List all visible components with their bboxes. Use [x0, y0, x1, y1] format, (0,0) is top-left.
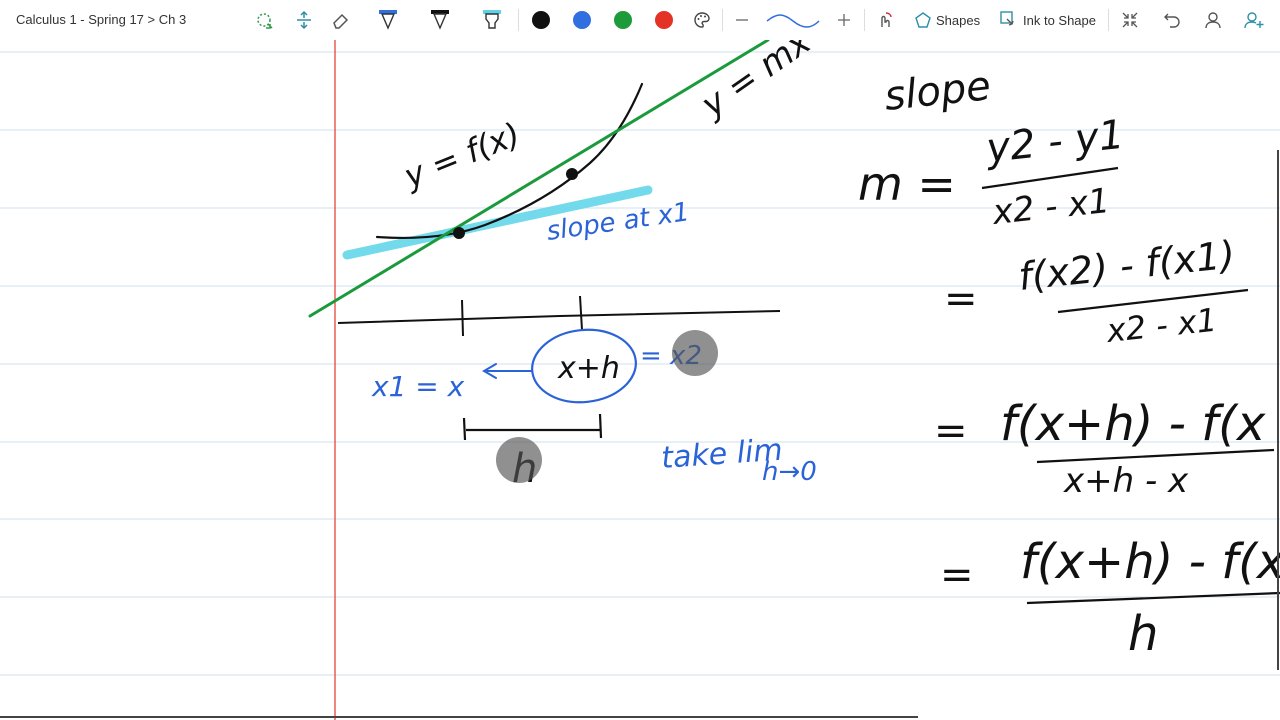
touch-draw-icon — [881, 12, 892, 27]
pointer-dot-h — [496, 437, 542, 483]
shapes-button[interactable]: Shapes — [914, 6, 980, 34]
color-swatch — [573, 11, 591, 29]
ink-frac4-num: f(x+h) - f(x — [1020, 534, 1280, 590]
color-green-button[interactable] — [613, 6, 633, 34]
add-person-button[interactable] — [1242, 6, 1266, 34]
color-palette-button[interactable] — [690, 6, 714, 34]
ink-frac1-den: x2 - x1 — [990, 181, 1112, 233]
separator — [864, 9, 865, 31]
ink-frac1-num: y2 - y1 — [983, 112, 1126, 172]
ink-slope-title: slope — [882, 63, 993, 120]
secant-line — [308, 40, 770, 318]
ink-x1-equals-x: x1 = x — [371, 370, 465, 403]
separator — [1108, 9, 1109, 31]
pen-icon — [431, 10, 449, 30]
palette-icon — [694, 12, 710, 28]
shapes-label: Shapes — [936, 12, 981, 28]
undo-button[interactable] — [1160, 6, 1184, 34]
lasso-select-button[interactable] — [252, 6, 276, 34]
separator — [518, 9, 519, 31]
eraser-icon — [333, 13, 349, 29]
eraser-button[interactable] — [328, 6, 352, 34]
pen-icon — [379, 10, 397, 30]
ink-frac4-den: h — [1128, 606, 1158, 662]
interval-h — [462, 413, 603, 441]
separator — [722, 9, 723, 31]
ink-x-plus-h: x+h — [557, 351, 620, 386]
person-icon — [1205, 12, 1221, 29]
color-swatch — [614, 11, 632, 29]
ink-frac2-den: x2 - x1 — [1104, 301, 1219, 350]
stroke-preview-icon — [766, 14, 820, 28]
ink-eq-3: = — [934, 408, 968, 454]
minus-icon — [736, 19, 748, 21]
ink-y-equals-fx: y = f(x) — [398, 115, 526, 196]
pen-black-button[interactable] — [428, 6, 452, 34]
tick-x2 — [579, 295, 583, 331]
touch-draw-button[interactable] — [873, 6, 897, 34]
collapse-icon — [1122, 12, 1138, 28]
color-swatch — [532, 11, 550, 29]
ink-y-equals-mx: y = mx — [693, 40, 819, 126]
ink-h-to-0: h→0 — [762, 457, 817, 487]
tick-x1 — [461, 299, 464, 337]
breadcrumb[interactable]: Calculus 1 - Spring 17 > Ch 3 — [16, 12, 186, 27]
number-line — [337, 310, 781, 324]
fraction-bar-4 — [1026, 591, 1280, 605]
thinner-stroke-button[interactable] — [732, 6, 752, 34]
highlighter-button[interactable] — [480, 6, 504, 34]
full-page-view-button[interactable] — [1118, 6, 1142, 34]
point-x1 — [453, 227, 465, 239]
stroke-preview — [764, 6, 822, 34]
color-swatch — [655, 11, 673, 29]
color-red-button[interactable] — [654, 6, 674, 34]
insert-space-icon — [297, 10, 311, 30]
insert-space-button[interactable] — [292, 6, 316, 34]
add-person-icon — [1244, 12, 1264, 29]
ink-eq-2: = — [944, 276, 978, 322]
undo-icon — [1164, 13, 1180, 28]
ink-to-shape-icon — [1000, 11, 1014, 26]
pen-blue-button[interactable] — [376, 6, 400, 34]
toolbar: Calculus 1 - Spring 17 > Ch 3 Shapes Ink… — [0, 0, 1280, 40]
vertical-scrollbar[interactable] — [1277, 150, 1279, 670]
ink-frac3-num: f(x+h) - f(x — [1000, 396, 1266, 452]
ink-frac2-num: f(x2) - f(x1) — [1016, 232, 1237, 298]
shapes-icon — [915, 12, 931, 28]
arrow-to-x — [482, 363, 533, 379]
ink-to-shape-button[interactable]: Ink to Shape — [999, 6, 1096, 34]
account-button[interactable] — [1201, 6, 1225, 34]
color-blue-button[interactable] — [572, 6, 592, 34]
ink-eq-4: = — [940, 552, 974, 598]
color-black-button[interactable] — [531, 6, 551, 34]
lasso-select-icon — [257, 13, 273, 29]
ink-m-equals: m = — [858, 157, 956, 211]
ink-frac3-den: x+h - x — [1063, 461, 1189, 501]
plus-icon — [838, 14, 850, 26]
thicker-stroke-button[interactable] — [834, 6, 854, 34]
highlighter-icon — [483, 10, 501, 29]
point-x2 — [566, 168, 578, 180]
notebook-canvas[interactable]: y = mx y = f(x) slope slope at x1 x1 = x… — [0, 40, 1280, 720]
pointer-dot-x2 — [672, 330, 718, 376]
ink-layer: y = mx y = f(x) slope slope at x1 x1 = x… — [0, 40, 1280, 720]
ink-to-shape-label: Ink to Shape — [1023, 12, 1096, 28]
horizontal-scrollbar[interactable] — [0, 716, 918, 718]
